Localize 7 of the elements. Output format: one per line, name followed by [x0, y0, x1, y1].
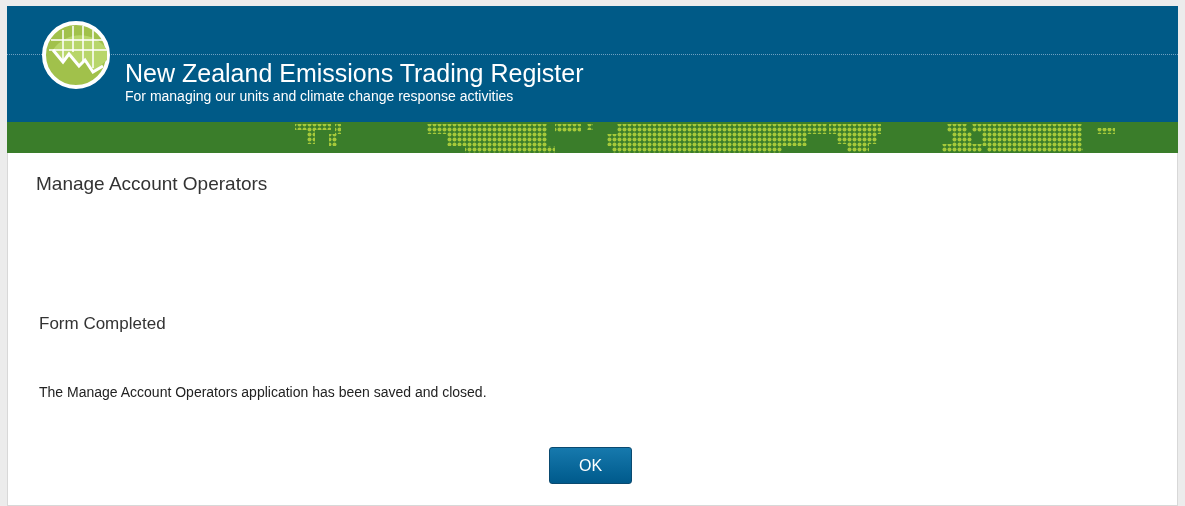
status-heading: Form Completed: [39, 312, 167, 335]
logo-icon: [41, 20, 111, 90]
site-subtitle: For managing our units and climate change response activities: [125, 88, 515, 104]
site-title: New Zealand Emissions Trading Register: [125, 58, 584, 88]
ok-button[interactable]: OK: [549, 447, 632, 484]
page-title: Manage Account Operators: [36, 172, 269, 196]
confirmation-message: The Manage Account Operators application has been saved and closed.: [39, 383, 488, 402]
